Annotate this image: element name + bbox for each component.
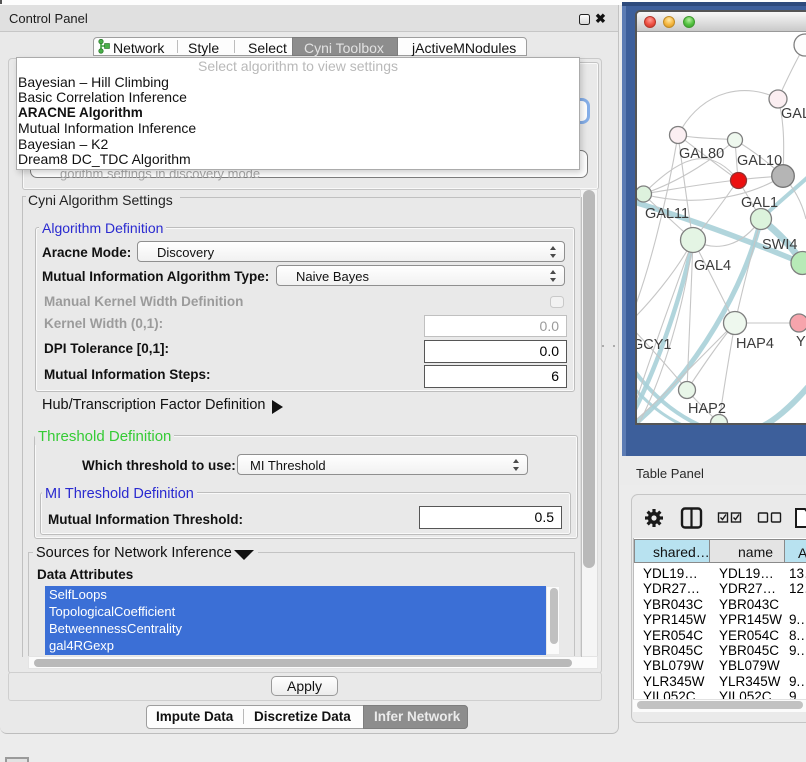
svg-text:HAP2: HAP2 <box>688 401 726 417</box>
svg-text:GAL4: GAL4 <box>694 258 731 274</box>
svg-text:GCY1: GCY1 <box>637 337 672 353</box>
svg-text:GAL7: GAL7 <box>781 106 806 122</box>
svg-text:YM: YM <box>796 334 806 350</box>
svg-text:HAP4: HAP4 <box>736 336 774 352</box>
svg-text:SWI4: SWI4 <box>762 237 797 253</box>
svg-text:GAL80: GAL80 <box>679 146 724 162</box>
svg-text:GAL10: GAL10 <box>737 153 782 169</box>
svg-text:GAL11: GAL11 <box>645 206 689 222</box>
svg-text:GAL1: GAL1 <box>741 195 778 211</box>
